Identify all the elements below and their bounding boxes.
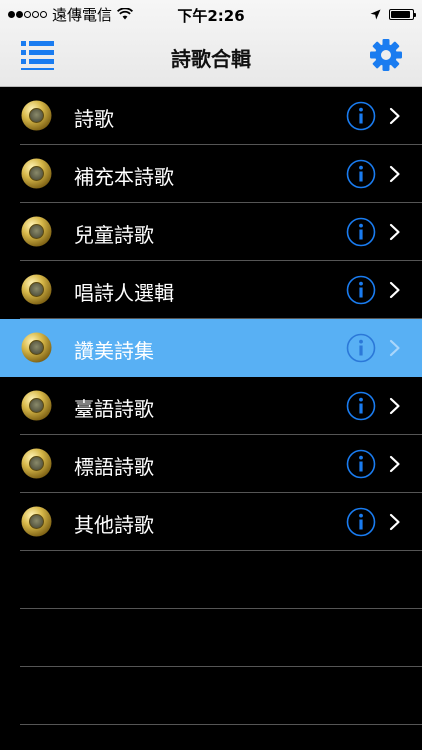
- songbook-list: 詩歌補充本詩歌兒童詩歌唱詩人選輯讚美詩集臺語詩歌標語詩歌其他詩歌: [0, 87, 422, 750]
- info-icon[interactable]: [346, 507, 376, 537]
- list-item[interactable]: 詩歌: [0, 87, 422, 145]
- list-item-label: 標語詩歌: [74, 455, 154, 479]
- coin-icon: [21, 506, 52, 537]
- empty-row-separator: [20, 724, 422, 725]
- list-item[interactable]: 其他詩歌: [0, 493, 422, 551]
- list-item[interactable]: 讚美詩集: [0, 319, 422, 377]
- list-item-label: 補充本詩歌: [74, 165, 174, 189]
- chevron-right-icon: [389, 339, 401, 357]
- chevron-right-icon: [389, 107, 401, 125]
- status-right: [370, 5, 416, 23]
- list-item[interactable]: 唱詩人選輯: [0, 261, 422, 319]
- chevron-right-icon: [389, 513, 401, 531]
- list-item[interactable]: 標語詩歌: [0, 435, 422, 493]
- coin-icon: [21, 390, 52, 421]
- page-title: 詩歌合輯: [171, 47, 251, 71]
- row-separator: [20, 550, 422, 551]
- info-icon[interactable]: [346, 391, 376, 421]
- list-item[interactable]: 補充本詩歌: [0, 145, 422, 203]
- empty-row-separator: [20, 666, 422, 667]
- list-item-label: 臺語詩歌: [74, 397, 154, 421]
- gear-icon: [370, 39, 402, 71]
- coin-icon: [21, 274, 52, 305]
- coin-icon: [21, 158, 52, 189]
- settings-button[interactable]: [368, 37, 404, 73]
- status-time: 下午2:26: [177, 7, 245, 25]
- chevron-right-icon: [389, 165, 401, 183]
- battery-icon: [389, 8, 416, 20]
- battery-level: [391, 10, 410, 18]
- list-item[interactable]: 兒童詩歌: [0, 203, 422, 261]
- list-item-label: 讚美詩集: [74, 339, 154, 363]
- info-icon[interactable]: [346, 159, 376, 189]
- chevron-right-icon: [389, 397, 401, 415]
- coin-icon: [21, 448, 52, 479]
- info-icon[interactable]: [346, 449, 376, 479]
- list-item-label: 兒童詩歌: [74, 223, 154, 247]
- location-arrow-icon: [370, 9, 381, 19]
- navigation-bar: 詩歌合輯: [0, 28, 422, 86]
- info-icon[interactable]: [346, 333, 376, 363]
- coin-icon: [21, 332, 52, 363]
- chevron-right-icon: [389, 281, 401, 299]
- list-item-label: 詩歌: [74, 107, 114, 131]
- info-icon[interactable]: [346, 101, 376, 131]
- chevron-right-icon: [389, 455, 401, 473]
- list-item-label: 其他詩歌: [74, 513, 154, 537]
- list-item[interactable]: 臺語詩歌: [0, 377, 422, 435]
- coin-icon: [21, 216, 52, 247]
- info-icon[interactable]: [346, 217, 376, 247]
- top-bar: 遠傳電信 下午2:26 詩歌合輯: [0, 0, 422, 87]
- info-icon[interactable]: [346, 275, 376, 305]
- chevron-right-icon: [389, 223, 401, 241]
- status-bar: 遠傳電信 下午2:26: [0, 0, 422, 28]
- list-item-label: 唱詩人選輯: [74, 281, 174, 305]
- coin-icon: [21, 100, 52, 131]
- empty-row-separator: [20, 608, 422, 609]
